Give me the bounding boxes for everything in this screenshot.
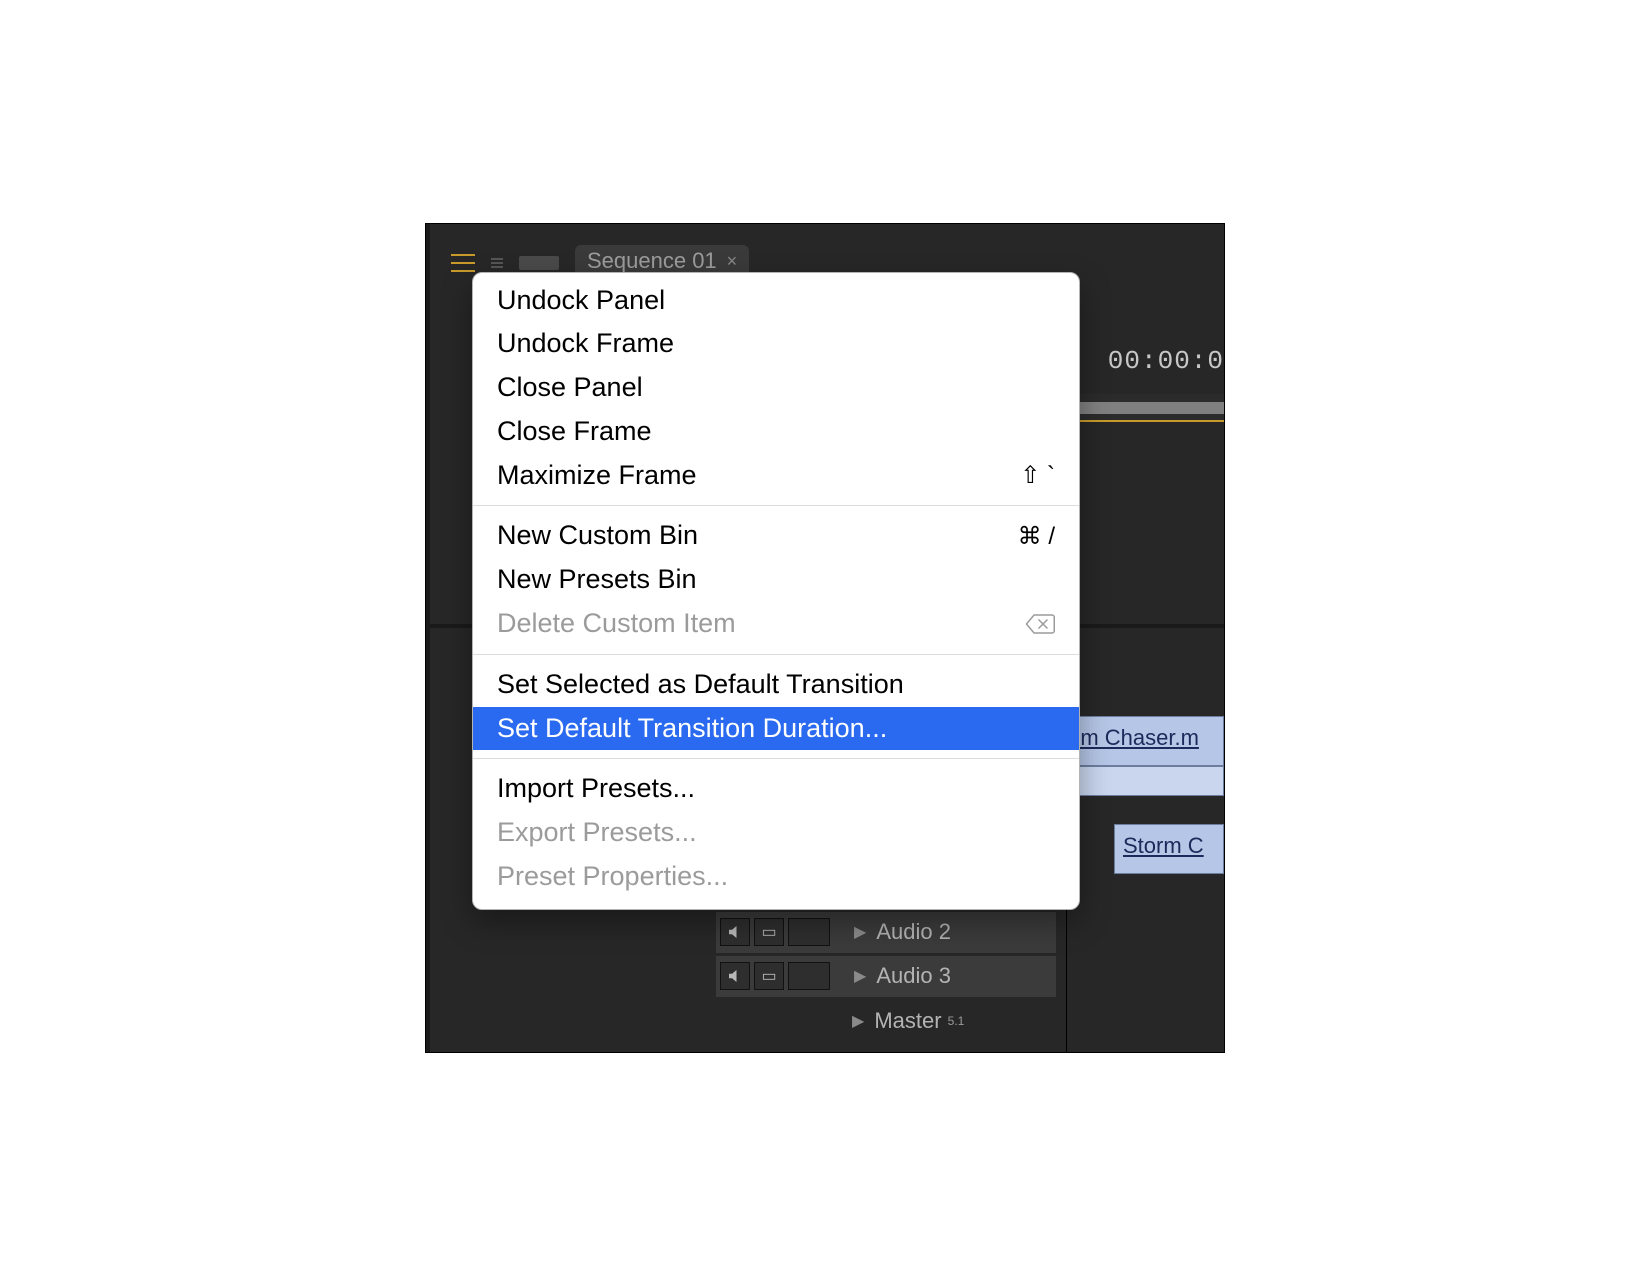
menu-item[interactable]: Undock Frame (473, 322, 1079, 366)
menu-item-label: Close Frame (497, 413, 652, 451)
menu-item-label: Undock Panel (497, 282, 665, 320)
panel-grip-icon[interactable] (491, 258, 503, 268)
menu-item-label: Export Presets... (497, 814, 697, 852)
app-window: Sequence 01 × 00:00:0 rm Chaser.m Storm … (425, 223, 1225, 1053)
menu-item-label: Set Default Transition Duration... (497, 710, 887, 748)
menu-separator (473, 654, 1079, 655)
menu-item-label: Delete Custom Item (497, 605, 736, 643)
menu-item-label: Preset Properties... (497, 858, 728, 896)
menu-item[interactable]: Set Default Transition Duration... (473, 707, 1079, 751)
menu-item[interactable]: Import Presets... (473, 767, 1079, 811)
track-lock-icon[interactable] (788, 918, 830, 946)
menu-item-label: Set Selected as Default Transition (497, 666, 904, 704)
menu-item[interactable]: Undock Panel (473, 279, 1079, 323)
track-toggle-icon[interactable]: ▭ (754, 962, 784, 990)
sequence-tab-label: Sequence 01 (587, 248, 717, 274)
panel-menu-icon[interactable] (451, 254, 475, 272)
master-channel-badge: 5.1 (948, 1014, 965, 1028)
menu-item[interactable]: Close Panel (473, 366, 1079, 410)
clip-label: Storm C (1123, 833, 1204, 858)
menu-item: Preset Properties... (473, 855, 1079, 899)
menu-item-shortcut: ⌘ / (1018, 520, 1055, 554)
track-lock-icon[interactable] (788, 962, 830, 990)
speaker-icon[interactable] (720, 962, 750, 990)
menu-item-label: Undock Frame (497, 325, 674, 363)
panel-border (426, 224, 430, 1052)
menu-item[interactable]: Maximize Frame ⇧ ` (473, 454, 1079, 498)
speaker-icon[interactable] (720, 918, 750, 946)
track-label: Master (874, 1008, 941, 1034)
track-header-master[interactable]: ▶ Master 5.1 (716, 1000, 1056, 1042)
menu-item-shortcut: ⇧ ` (1020, 459, 1055, 493)
menu-item[interactable]: Close Frame (473, 410, 1079, 454)
menu-separator (473, 505, 1079, 506)
track-toggle-icon[interactable]: ▭ (754, 918, 784, 946)
clip-label: rm Chaser.m (1073, 725, 1199, 750)
expand-icon[interactable]: ▶ (854, 966, 866, 986)
menu-item-label: Close Panel (497, 369, 643, 407)
menu-item[interactable]: New Custom Bin ⌘ / (473, 514, 1079, 558)
panel-drag-handle[interactable] (519, 256, 559, 270)
track-header-audio2[interactable]: ▭ ▶ Audio 2 (716, 912, 1056, 954)
menu-item: Delete Custom Item (473, 602, 1079, 646)
audio-clip[interactable]: Storm C (1114, 824, 1224, 874)
menu-item-label: New Presets Bin (497, 561, 697, 599)
menu-item-label: Maximize Frame (497, 457, 697, 495)
panel-context-menu: Undock Panel Undock Frame Close Panel Close… (472, 272, 1080, 910)
menu-item-label: Import Presets... (497, 770, 695, 808)
expand-icon[interactable]: ▶ (852, 1011, 864, 1031)
menu-item: Export Presets... (473, 811, 1079, 855)
menu-item-shortcut (1025, 613, 1055, 635)
timeline-timecode: 00:00:0 (1108, 346, 1224, 376)
video-clip[interactable]: rm Chaser.m (1064, 716, 1224, 796)
menu-separator (473, 758, 1079, 759)
menu-item-label: New Custom Bin (497, 517, 698, 555)
track-label: Audio 3 (876, 963, 951, 989)
expand-icon[interactable]: ▶ (854, 922, 866, 942)
track-header-audio3[interactable]: ▭ ▶ Audio 3 (716, 956, 1056, 998)
menu-item[interactable]: New Presets Bin (473, 558, 1079, 602)
track-label: Audio 2 (876, 919, 951, 945)
close-icon[interactable]: × (727, 251, 738, 272)
menu-item[interactable]: Set Selected as Default Transition (473, 663, 1079, 707)
